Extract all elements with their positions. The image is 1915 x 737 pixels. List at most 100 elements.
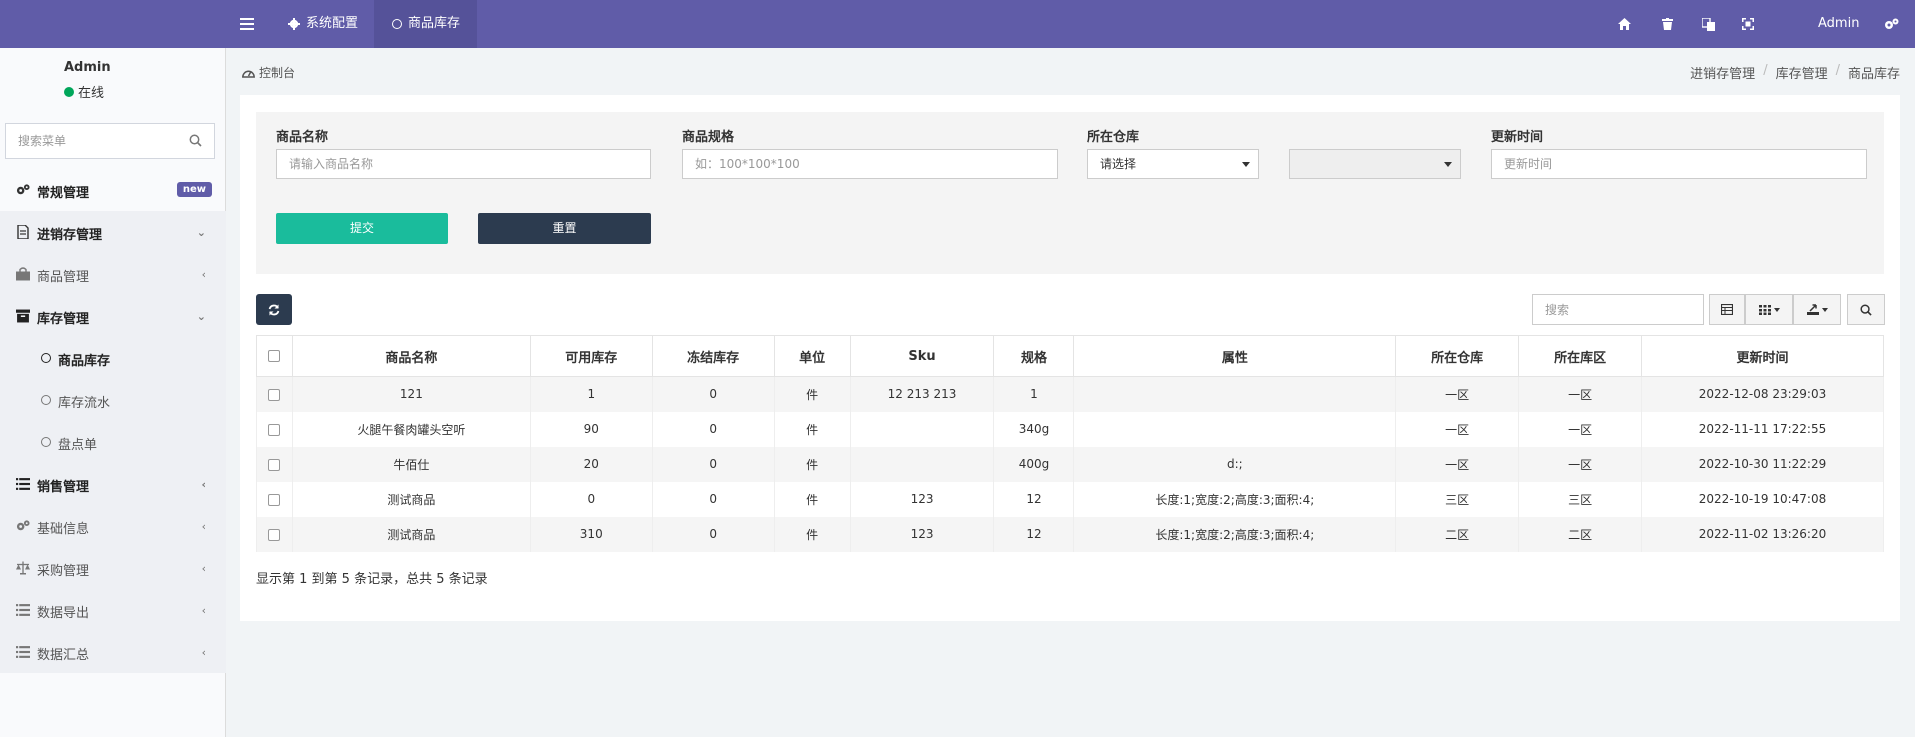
table-cell: 0 xyxy=(651,481,775,517)
sidebar-item-label: 采购管理 xyxy=(37,564,90,579)
table-search-input[interactable] xyxy=(1532,294,1704,325)
sidebar-toggle-button[interactable] xyxy=(240,0,254,48)
sidebar-item-stocktake[interactable]: 盘点单 xyxy=(0,421,226,463)
list-icon xyxy=(16,604,30,616)
sidebar-item-stock-management[interactable]: 库存管理 ⌄ xyxy=(0,295,226,337)
archive-icon xyxy=(16,309,30,323)
sidebar-item-purchase[interactable]: 采购管理 ‹ xyxy=(0,547,226,589)
control-sidebar-button[interactable] xyxy=(1884,0,1899,48)
sidebar-item-label: 基础信息 xyxy=(37,522,90,537)
export-button[interactable] xyxy=(1793,294,1841,325)
export-icon xyxy=(1806,304,1819,315)
row-checkbox[interactable] xyxy=(268,458,281,471)
table-cell xyxy=(1073,376,1397,412)
sidebar-item-product-management[interactable]: 商品管理 ‹ xyxy=(0,253,226,295)
table-cell: 0 xyxy=(651,411,775,447)
row-select-cell xyxy=(256,516,293,552)
sidebar-item-inventory-system[interactable]: 进销存管理 ⌄ xyxy=(0,211,226,253)
product-spec-input[interactable] xyxy=(682,149,1058,179)
column-header[interactable]: Sku xyxy=(849,335,995,377)
list-icon xyxy=(16,478,30,490)
breadcrumb-item[interactable]: 库存管理 xyxy=(1776,63,1828,82)
row-checkbox[interactable] xyxy=(268,493,281,506)
tab-label: 系统配置 xyxy=(306,16,359,31)
cogs-icon xyxy=(16,520,30,531)
table-row[interactable]: 121 1 0 件 12 213 213 1 一区 一区 2022-12-08 … xyxy=(256,376,1884,412)
table-cell: 1 xyxy=(529,376,653,412)
sidebar-item-general[interactable]: 常规管理 new xyxy=(0,169,226,211)
columns-button[interactable] xyxy=(1745,294,1793,325)
advanced-search-button[interactable] xyxy=(1847,294,1885,325)
clear-cache-button[interactable] xyxy=(1662,0,1673,48)
table-cell: 测试商品 xyxy=(291,516,531,552)
row-checkbox[interactable] xyxy=(268,388,281,401)
toggle-view-button[interactable] xyxy=(1709,294,1745,325)
row-select-cell xyxy=(256,446,293,482)
breadcrumb-item[interactable]: 进销存管理 xyxy=(1690,63,1755,82)
user-menu[interactable]: Admin xyxy=(1818,0,1859,48)
shopping-bag-icon xyxy=(16,267,30,281)
column-header[interactable]: 规格 xyxy=(993,335,1075,377)
pagination-summary: 显示第 1 到第 5 条记录，总共 5 条记录 xyxy=(256,572,488,587)
gear-icon xyxy=(288,18,300,30)
column-header[interactable]: 可用库存 xyxy=(529,335,653,377)
search-icon[interactable] xyxy=(189,134,202,147)
table-cell: 123 xyxy=(849,481,995,517)
table-row[interactable]: 火腿午餐肉罐头空听 90 0 件 340g 一区 一区 2022-11-11 1… xyxy=(256,411,1884,447)
reset-button[interactable]: 重置 xyxy=(478,213,651,244)
dashboard-icon xyxy=(242,70,255,78)
filter-form: 商品名称 商品规格 所在仓库 请选择 更新时间 提交 重置 xyxy=(256,112,1884,274)
refresh-button[interactable] xyxy=(256,294,292,325)
tab-system-config[interactable]: 系统配置 xyxy=(276,0,374,48)
table-row[interactable]: 测试商品 0 0 件 123 12 长度:1;宽度:2;高度:3;面积:4; 三… xyxy=(256,481,1884,517)
table-cell xyxy=(849,411,995,447)
table-cell: d:; xyxy=(1073,446,1397,482)
dashboard-link[interactable]: 控制台 xyxy=(242,64,295,81)
table-row[interactable]: 牛佰仕 20 0 件 400g d:; 一区 一区 2022-10-30 11:… xyxy=(256,446,1884,482)
column-header[interactable]: 更新时间 xyxy=(1641,335,1884,377)
sidebar-item-data-summary[interactable]: 数据汇总 ‹ xyxy=(0,631,226,673)
product-spec-label: 商品规格 xyxy=(682,130,735,145)
home-button[interactable] xyxy=(1618,0,1631,48)
menu-search-box xyxy=(5,123,215,159)
table-row[interactable]: 测试商品 310 0 件 123 12 长度:1;宽度:2;高度:3;面积:4;… xyxy=(256,516,1884,552)
chevron-left-icon: ‹ xyxy=(201,604,206,617)
sidebar: Admin 在线 常规管理 new 进销存管理 ⌄ 商品管理 ‹ 库存管理 ⌄ … xyxy=(0,48,226,737)
tab-product-inventory[interactable]: 商品库存 xyxy=(374,0,477,48)
update-time-input[interactable] xyxy=(1491,149,1867,179)
menu-search-input[interactable] xyxy=(6,124,176,158)
column-header[interactable]: 所在库区 xyxy=(1518,335,1643,377)
warehouse-select[interactable]: 请选择 xyxy=(1087,149,1259,179)
sidebar-item-label: 销售管理 xyxy=(37,480,90,495)
column-header[interactable]: 单位 xyxy=(773,335,851,377)
table-cell: 一区 xyxy=(1518,376,1643,412)
sidebar-item-label: 数据汇总 xyxy=(37,648,90,663)
warehouse-area-select[interactable] xyxy=(1289,149,1461,179)
table-cell: 0 xyxy=(651,446,775,482)
fullscreen-button[interactable] xyxy=(1742,0,1754,48)
submit-button[interactable]: 提交 xyxy=(276,213,448,244)
sidebar-item-stock-flow[interactable]: 库存流水 xyxy=(0,379,226,421)
table-cell: 件 xyxy=(773,376,851,412)
row-checkbox[interactable] xyxy=(268,528,281,541)
translate-button[interactable] xyxy=(1702,0,1715,48)
column-header[interactable]: 商品名称 xyxy=(291,335,531,377)
select-all-checkbox[interactable] xyxy=(268,350,281,362)
sidebar-item-basic-info[interactable]: 基础信息 ‹ xyxy=(0,505,226,547)
row-select-cell xyxy=(256,376,293,412)
status-text: 在线 xyxy=(78,86,105,101)
sidebar-item-data-export[interactable]: 数据导出 ‹ xyxy=(0,589,226,631)
sidebar-item-product-stock[interactable]: 商品库存 xyxy=(0,337,226,379)
row-checkbox[interactable] xyxy=(268,423,281,436)
user-panel: Admin 在线 xyxy=(0,48,226,116)
chevron-down-icon: ⌄ xyxy=(196,226,206,239)
main-panel: 商品名称 商品规格 所在仓库 请选择 更新时间 提交 重置 xyxy=(240,95,1900,621)
product-name-input[interactable] xyxy=(276,149,651,179)
chevron-left-icon: ‹ xyxy=(201,520,206,533)
table-cell: 二区 xyxy=(1395,516,1520,552)
column-header[interactable]: 所在仓库 xyxy=(1395,335,1520,377)
column-header[interactable]: 冻结库存 xyxy=(651,335,775,377)
sidebar-item-sales[interactable]: 销售管理 ‹ xyxy=(0,463,226,505)
update-time-label: 更新时间 xyxy=(1491,130,1544,145)
column-header[interactable]: 属性 xyxy=(1073,335,1397,377)
